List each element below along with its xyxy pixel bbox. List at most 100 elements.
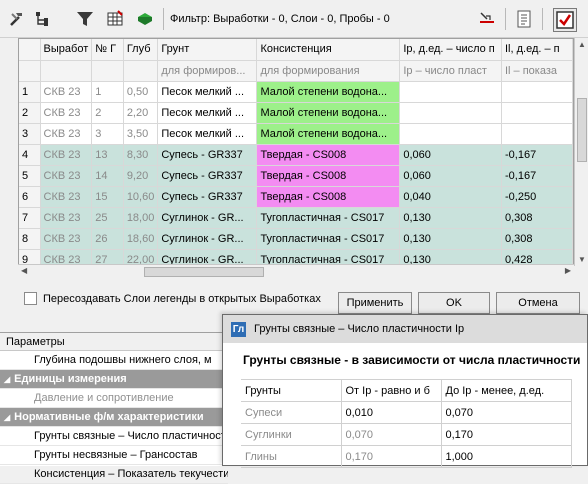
cell-consistency[interactable]: Тугопластичная - CS017 [256,207,401,229]
cell-ip-to[interactable]: 0,170 [441,423,572,446]
collapse-triangle-icon[interactable]: ◢ [4,375,10,384]
col-header[interactable]: Грунт [157,39,258,61]
table-row[interactable]: Суглинки 0,070 0,170 [241,423,572,446]
cell-soil[interactable]: Песок мелкий ... [157,81,258,103]
vertical-scrollbar[interactable]: ▲ ▼ [574,38,588,266]
cell-soil[interactable]: Супесь - GR337 [157,144,258,166]
cell-num[interactable]: 15 [91,186,124,208]
cell-depth[interactable]: 0,50 [123,81,159,103]
col-header[interactable]: Выработ [40,39,93,61]
table-row[interactable]: 6 СКВ 23 15 10,60 Супесь - GR337 Твердая… [19,186,573,208]
table-row[interactable]: 7 СКВ 23 25 18,00 Суглинок - GR... Тугоп… [19,207,573,229]
collapse-triangle-icon[interactable]: ◢ [4,413,10,422]
scroll-thumb[interactable] [144,267,264,277]
cancel-button[interactable]: Отмена [496,292,580,314]
book-icon[interactable] [134,8,156,30]
cell-ip-from[interactable]: 0,010 [341,401,442,424]
col-header[interactable]: Глуб [123,39,159,61]
cell-ip[interactable] [399,123,502,145]
cell-num[interactable]: 1 [91,81,124,103]
scroll-left-icon[interactable]: ◀ [21,266,27,275]
cell-num[interactable]: 2 [91,102,124,124]
page-icon[interactable] [513,8,535,30]
cell-soil[interactable]: Суглинок - GR... [157,228,258,250]
col-header[interactable]: Грунты [241,379,342,402]
param-item[interactable]: Глубина подошвы нижнего слоя, м [0,351,228,370]
cell-well[interactable]: СКВ 23 [40,81,93,103]
cell-depth[interactable]: 18,60 [123,228,159,250]
cell-ip[interactable] [399,81,502,103]
cell-well[interactable]: СКВ 23 [40,228,93,250]
cell-depth[interactable]: 8,30 [123,144,159,166]
cell-il[interactable]: -0,167 [501,144,573,166]
cell-soil-type[interactable]: Супеси [241,401,342,424]
table-row[interactable]: Глины 0,170 1,000 [241,445,572,468]
cell-il[interactable]: 0,308 [501,228,573,250]
cell-well[interactable]: СКВ 23 [40,165,93,187]
table-row[interactable]: 2 СКВ 23 2 2,20 Песок мелкий ... Малой с… [19,102,573,124]
hammer-icon[interactable] [6,8,28,30]
cell-ip-to[interactable]: 0,070 [441,401,572,424]
param-item[interactable]: Грунты несвязные – Грансостав [0,446,228,465]
cell-num[interactable]: 13 [91,144,124,166]
param-item[interactable]: Грунты связные – Число пластичности [0,427,228,446]
tree-icon[interactable] [32,8,54,30]
cell-il[interactable]: -0,250 [501,186,573,208]
cell-soil-type[interactable]: Глины [241,445,342,468]
cell-depth[interactable]: 3,50 [123,123,159,145]
cursor-arrows-icon[interactable] [476,8,498,30]
table-row[interactable]: Супеси 0,010 0,070 [241,401,572,424]
recreate-legend-checkbox[interactable] [24,292,37,305]
checkbox-icon[interactable] [553,8,577,32]
cell-ip[interactable]: 0,130 [399,228,502,250]
param-category[interactable]: ◢ Нормативные ф/м характеристики [0,408,228,427]
col-header[interactable]: № Г [91,39,124,61]
cell-il[interactable]: -0,167 [501,165,573,187]
scroll-thumb[interactable] [577,98,587,162]
dialog-titlebar[interactable]: Гл Грунты связные – Число пластичности I… [223,315,587,343]
table-row[interactable]: 8 СКВ 23 26 18,60 Суглинок - GR... Тугоп… [19,228,573,250]
param-category[interactable]: ◢ Единицы измерения [0,370,228,389]
cell-well[interactable]: СКВ 23 [40,186,93,208]
cell-num[interactable]: 3 [91,123,124,145]
param-item[interactable]: Консистенция – Показатель текучести [0,465,228,484]
cell-num[interactable]: 14 [91,165,124,187]
cell-soil[interactable]: Супесь - GR337 [157,165,258,187]
cell-consistency[interactable]: Малой степени водона... [256,102,401,124]
cell-depth[interactable]: 10,60 [123,186,159,208]
cell-depth[interactable]: 9,20 [123,165,159,187]
table-row[interactable]: 5 СКВ 23 14 9,20 Супесь - GR337 Твердая … [19,165,573,187]
cell-ip[interactable]: 0,040 [399,186,502,208]
cell-soil[interactable]: Песок мелкий ... [157,102,258,124]
cell-soil-type[interactable]: Суглинки [241,423,342,446]
cell-consistency[interactable]: Тугопластичная - CS017 [256,228,401,250]
param-item[interactable]: Давление и сопротивление [0,389,228,408]
cell-il[interactable]: 0,308 [501,207,573,229]
funnel-icon[interactable] [74,8,96,30]
cell-consistency[interactable]: Малой степени водона... [256,81,401,103]
cell-il[interactable] [501,102,573,124]
col-header[interactable]: Il, д.ед. – п [501,39,573,61]
table-icon[interactable] [104,8,126,30]
cell-ip[interactable]: 0,060 [399,144,502,166]
col-header[interactable]: От Ip - равно и б [341,379,442,402]
cell-well[interactable]: СКВ 23 [40,144,93,166]
cell-consistency[interactable]: Твердая - CS008 [256,165,401,187]
cell-ip[interactable]: 0,060 [399,165,502,187]
cell-soil[interactable]: Песок мелкий ... [157,123,258,145]
horizontal-scrollbar[interactable]: ◀ ▶ [18,264,574,278]
apply-button[interactable]: Применить [338,292,412,314]
cell-ip-to[interactable]: 1,000 [441,445,572,468]
cell-ip-from[interactable]: 0,070 [341,423,442,446]
cell-consistency[interactable]: Малой степени водона... [256,123,401,145]
cell-depth[interactable]: 2,20 [123,102,159,124]
cell-num[interactable]: 26 [91,228,124,250]
col-header[interactable]: До Ip - менее, д.ед. [441,379,572,402]
scroll-up-icon[interactable]: ▲ [578,40,586,49]
cell-soil[interactable]: Супесь - GR337 [157,186,258,208]
ok-button[interactable]: OK [418,292,490,314]
table-row[interactable]: 1 СКВ 23 1 0,50 Песок мелкий ... Малой с… [19,81,573,103]
cell-ip[interactable] [399,102,502,124]
cell-well[interactable]: СКВ 23 [40,102,93,124]
cell-depth[interactable]: 18,00 [123,207,159,229]
